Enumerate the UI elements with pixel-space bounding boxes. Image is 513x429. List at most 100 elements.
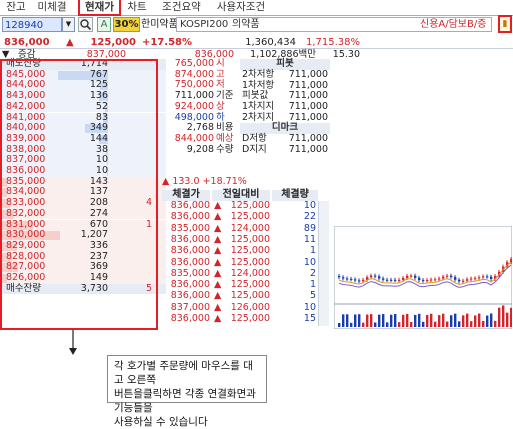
volume-bar (418, 313, 421, 327)
volume-bar (390, 314, 393, 327)
candle (454, 277, 457, 280)
up-triangle-icon: ▲ (214, 233, 222, 245)
candle (358, 280, 361, 282)
volume-bar (338, 323, 341, 327)
volume-bar (426, 315, 429, 327)
candle (430, 279, 433, 281)
trade-price: 835,000 (170, 267, 210, 279)
candle (354, 279, 357, 281)
candle (438, 278, 441, 280)
volume-bar (430, 313, 433, 327)
candle (378, 276, 381, 279)
up-triangle-icon: ▲ (214, 279, 222, 291)
candle (450, 275, 453, 278)
volume-bar (510, 307, 512, 327)
trades-scrollbar[interactable] (318, 201, 329, 326)
candle (458, 279, 461, 282)
volume-bar (486, 315, 489, 327)
volume-bar (494, 320, 497, 327)
info-change-pct: +18.71% (202, 176, 247, 187)
up-triangle-icon: ▲ (214, 245, 222, 257)
tab-balance[interactable]: 잔고 (3, 0, 29, 14)
info-change-value: 133.0 (172, 176, 200, 187)
tab-user-condition[interactable]: 사용자조건 (212, 0, 270, 14)
candle (338, 276, 341, 278)
tab-chart[interactable]: 차트 (124, 0, 150, 14)
trade-change: 125,000 (230, 200, 270, 211)
volume-bar (502, 305, 505, 327)
tab-current-price[interactable]: 현재가 (78, 0, 121, 16)
up-triangle-icon: ▲ (214, 222, 222, 234)
volume-bar (366, 314, 369, 327)
volume-bar (498, 307, 501, 327)
volume-bar (394, 313, 397, 327)
candle (398, 279, 401, 281)
volume-bar (370, 314, 373, 327)
trade-change: 126,000 (230, 301, 270, 313)
volume-bar (458, 321, 461, 327)
candle (474, 278, 477, 280)
volume-bar (342, 314, 345, 327)
tab-unfilled[interactable]: 미체결 (33, 0, 71, 14)
stock-code-input[interactable]: 128940 (2, 17, 62, 32)
candle (442, 276, 445, 279)
candle (390, 279, 393, 281)
tab-condition-summary[interactable]: 조건요약 (157, 0, 206, 14)
trade-change: 125,000 (230, 313, 270, 324)
trade-qty: 5 (309, 290, 316, 302)
volume-bar (374, 322, 377, 327)
trade-qty: 15 (303, 313, 316, 324)
candle (462, 280, 465, 282)
mini-chart[interactable] (334, 226, 512, 329)
volume-bar (506, 312, 509, 327)
code-dropdown-button[interactable]: ▼ (62, 17, 75, 32)
volume-bar (462, 315, 465, 327)
trade-price: 836,000 (170, 256, 210, 268)
order-book-highlight (0, 59, 158, 330)
pointer-arrow-icon (69, 330, 77, 355)
volume-bar (482, 320, 485, 327)
volume-bar (382, 314, 385, 327)
search-icon (80, 19, 92, 31)
candle (510, 259, 512, 263)
margin-rate-badge: 30% (113, 17, 140, 32)
candle (434, 279, 437, 281)
trade-qty: 10 (303, 301, 316, 313)
trade-qty: 2 (309, 267, 316, 279)
candle (466, 279, 469, 281)
volume-bar (454, 313, 457, 327)
trade-price: 836,000 (170, 211, 210, 223)
demark-label: D지지 (242, 143, 267, 155)
up-triangle-icon: ▲ (214, 211, 222, 223)
candle (350, 278, 353, 280)
volume-bar (422, 321, 425, 327)
volume-bar (354, 314, 357, 327)
trade-qty: 1 (309, 245, 316, 257)
volume-bar (358, 314, 361, 327)
demark-value: 711,000 (288, 143, 328, 155)
info-value: 9,208 (186, 143, 214, 155)
trade-price: 836,000 (170, 245, 210, 257)
volume-bar (490, 313, 493, 327)
trade-change: 125,000 (230, 256, 270, 268)
trade-change: 124,000 (230, 222, 270, 234)
search-button[interactable] (78, 17, 93, 32)
trade-change: 124,000 (230, 267, 270, 279)
candle (490, 276, 493, 279)
market-index: KOSPI200 (180, 19, 229, 30)
check-icon[interactable]: A (97, 17, 111, 32)
candle (406, 275, 409, 279)
candle (410, 275, 413, 277)
settings-icon[interactable]: ▮ (498, 15, 512, 33)
volume-bar (466, 313, 469, 327)
volume-bar (434, 321, 437, 327)
trade-qty: 1 (309, 279, 316, 291)
trade-price: 836,000 (170, 200, 210, 211)
candle (362, 279, 365, 282)
candle (342, 277, 345, 279)
trade-qty: 89 (303, 222, 316, 234)
volume-bar (478, 313, 481, 327)
info-value: 844,000 (174, 132, 214, 144)
trade-change: 125,000 (230, 245, 270, 257)
sector: 의약품 (232, 19, 260, 30)
